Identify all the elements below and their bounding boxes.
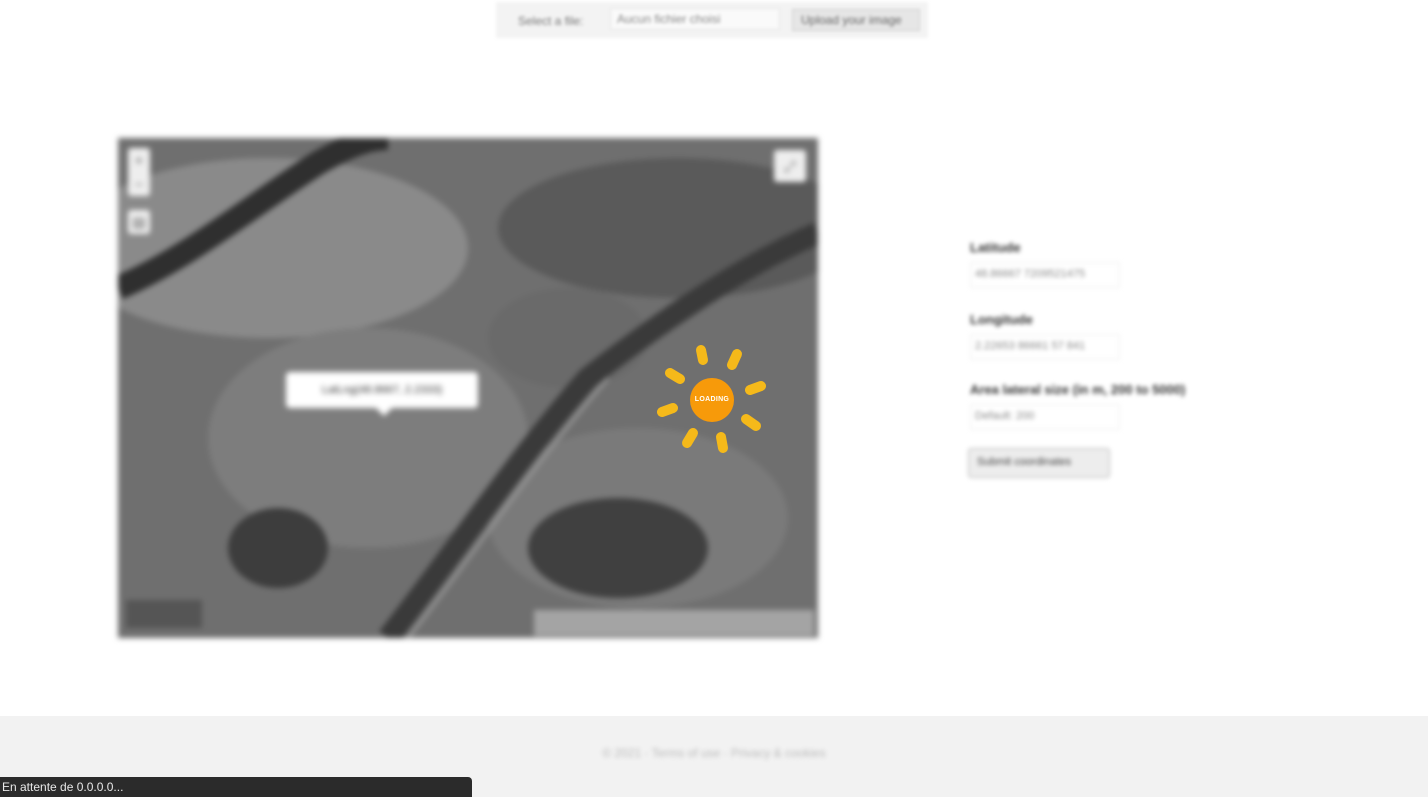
footer-links[interactable]: © 2021 · Terms of use · Privacy & cookie…	[0, 746, 1428, 760]
area-size-label: Area lateral size (in m, 200 to 5000)	[970, 382, 1186, 397]
latitude-label: Latitude	[970, 240, 1021, 255]
longitude-label: Longitude	[970, 312, 1033, 327]
layers-icon[interactable]: ▤	[128, 210, 150, 234]
zoom-control: + −	[128, 148, 150, 196]
longitude-input[interactable]: 2.22653 86661 57 841	[970, 334, 1120, 360]
file-input[interactable]: Aucun fichier choisi	[610, 8, 780, 30]
zoom-out-button[interactable]: −	[128, 172, 150, 196]
area-size-input[interactable]: Default: 200	[970, 404, 1120, 430]
submit-coordinates-button[interactable]: Submit coordinates	[968, 448, 1110, 478]
map-popup: LatLng(48.8667, 2.2333)	[286, 372, 478, 416]
map-logo	[126, 600, 202, 628]
upload-bar: Select a file: Aucun fichier choisi Uplo…	[496, 2, 928, 38]
upload-label: Select a file:	[518, 14, 584, 28]
map-attribution	[534, 610, 814, 636]
zoom-in-button[interactable]: +	[128, 148, 150, 172]
latitude-input[interactable]: 48.86667 7209521475	[970, 262, 1120, 288]
browser-status-bar: En attente de 0.0.0.0...	[0, 777, 472, 797]
upload-button[interactable]: Upload your image	[792, 9, 920, 31]
loading-spinner: LOADING	[656, 342, 768, 454]
loading-text: LOADING	[690, 378, 734, 422]
fullscreen-icon[interactable]: ⤢	[774, 150, 806, 182]
